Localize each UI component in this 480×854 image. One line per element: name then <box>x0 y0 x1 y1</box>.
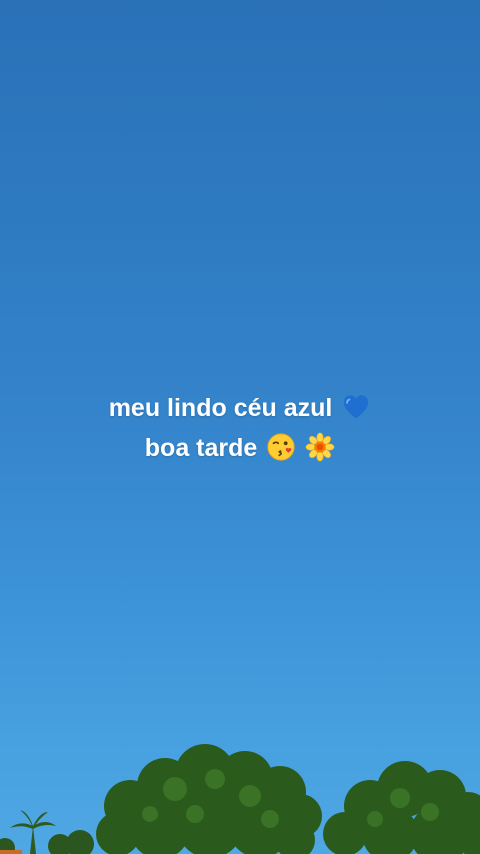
blue-heart-icon <box>344 395 369 419</box>
caption-line-1: meu lindo céu azul <box>0 388 480 428</box>
roof-hint <box>0 850 22 854</box>
tree-right <box>323 761 480 854</box>
caption-line-2: boa tarde <box>0 428 480 468</box>
caption-text-1: meu lindo céu azul <box>108 394 333 422</box>
treetops <box>0 744 480 854</box>
tree-center <box>96 744 322 854</box>
caption-text-2: boa tarde <box>144 434 258 462</box>
blossom-icon <box>305 432 335 462</box>
kissing-face-icon <box>267 433 295 461</box>
photo-background: meu lindo céu azul boa tarde <box>0 0 480 854</box>
caption: meu lindo céu azul boa tarde <box>0 388 480 468</box>
